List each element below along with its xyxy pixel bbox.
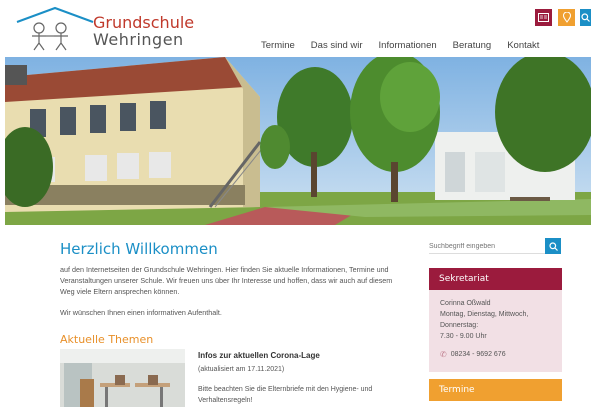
office-days: Montag, Dienstag, Mittwoch, [440,311,529,318]
search-icon [581,13,590,22]
office-hours: 7.30 - 9.00 Uhr [440,333,487,340]
search-icon [548,241,558,251]
news-text-line: Verhaltensregeln! [198,397,253,404]
termine-heading[interactable]: Termine [429,379,562,401]
wish-text: Wir wünschen Ihnen einen informativen Au… [60,308,222,317]
phone-icon: ✆ [440,350,447,359]
newspaper-icon [538,13,549,22]
phone-number: 08234 - 9692 676 [450,351,506,358]
header-search-button[interactable] [580,9,591,26]
main-nav: Termine Das sind wir Informationen Berat… [261,40,539,51]
news-text: Bitte beachten Sie die Elternbriefe mit … [198,384,398,406]
location-button[interactable] [558,9,575,26]
intro-line: auf den Internetseiten der Grundschule W… [60,265,389,274]
location-pin-icon [562,12,571,23]
news-title[interactable]: Infos zur aktuellen Corona-Lage [198,351,320,360]
secretary-name: Corinna Oßwald [440,300,491,307]
news-text-line: Bitte beachten Sie die Elternbriefe mit … [198,386,373,393]
nav-item-beratung[interactable]: Beratung [453,40,492,51]
topics-heading: Aktuelle Themen [60,333,154,346]
intro-paragraph: auf den Internetseiten der Grundschule W… [60,264,405,297]
school-name-line2[interactable]: Wehringen [93,30,184,49]
logo-children-icon [32,22,68,51]
intro-line: Weg viele Eltern ansprechen können. [60,287,180,296]
newspaper-button[interactable] [535,9,552,26]
office-days: Donnerstag: [440,322,479,329]
nav-item-termine[interactable]: Termine [261,40,295,51]
page-title: Herzlich Willkommen [60,240,218,258]
search-input[interactable] [429,239,545,254]
nav-item-informationen[interactable]: Informationen [379,40,437,51]
nav-item-kontakt[interactable]: Kontakt [507,40,539,51]
site-header: Grundschule Wehringen Termine Das sind w… [5,3,591,55]
nav-item-das-sind-wir[interactable]: Das sind wir [311,40,363,51]
search-button[interactable] [545,238,561,254]
hero-school-photo [5,57,591,225]
sekretariat-box: Corinna Oßwald Montag, Dienstag, Mittwoc… [429,290,562,372]
page-frame: Grundschule Wehringen Termine Das sind w… [5,3,591,407]
phone-row[interactable]: ✆ 08234 - 9692 676 [440,349,562,360]
sekretariat-heading: Sekretariat [429,268,562,290]
intro-line: Veranstaltungen unserer Schule. Wir freu… [60,276,393,285]
news-thumbnail-classroom[interactable] [60,349,185,407]
news-date: (aktualisiert am 17.11.2021) [198,366,285,373]
